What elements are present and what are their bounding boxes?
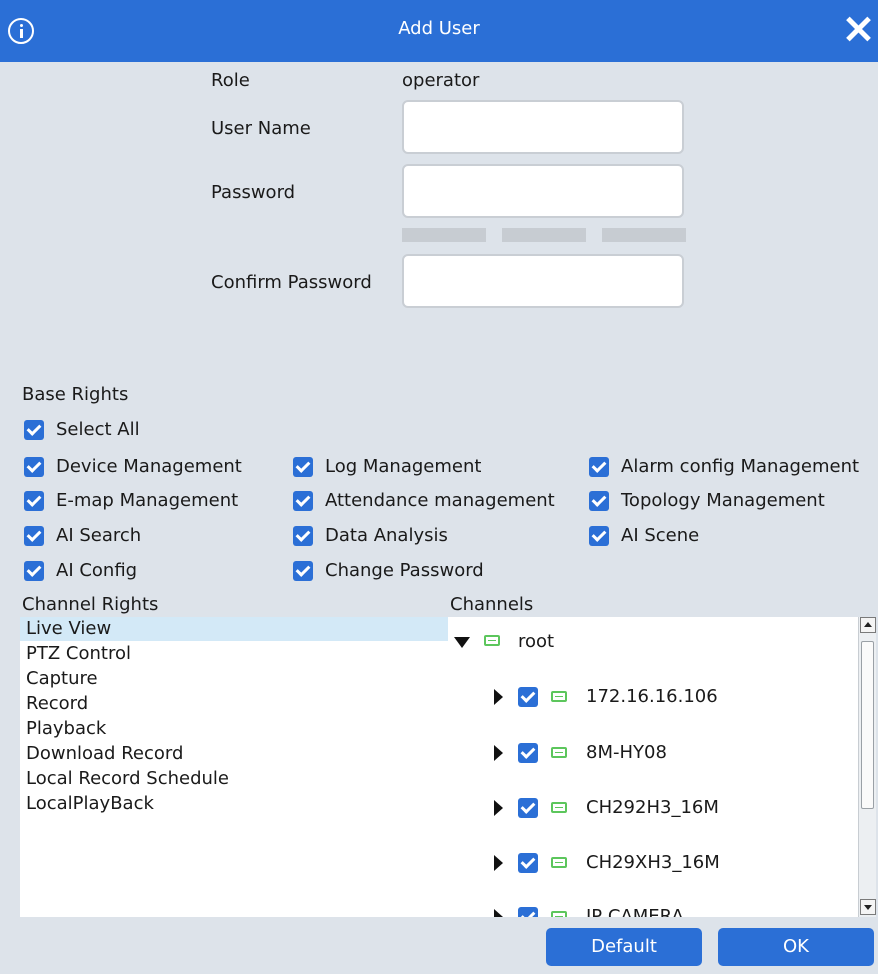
device-checkbox[interactable] xyxy=(518,687,538,707)
password-label: Password xyxy=(211,182,296,203)
select-all-checkbox[interactable] xyxy=(24,420,44,440)
device-icon xyxy=(551,911,567,917)
topology-management-label[interactable]: Topology Management xyxy=(621,490,825,511)
channels-heading: Channels xyxy=(450,594,534,615)
emap-management-checkbox[interactable] xyxy=(24,491,44,511)
tree-node-label[interactable]: 8M-HY08 xyxy=(586,742,667,763)
expand-arrow-icon[interactable] xyxy=(494,800,503,816)
device-icon xyxy=(551,857,567,868)
ai-config-checkbox[interactable] xyxy=(24,561,44,581)
confirm-password-input[interactable] xyxy=(402,254,684,308)
role-label: Role xyxy=(211,70,250,91)
device-icon xyxy=(484,635,500,646)
list-item-localplayback[interactable]: LocalPlayBack xyxy=(26,793,154,814)
expand-arrow-icon[interactable] xyxy=(494,745,503,761)
ok-button[interactable]: OK xyxy=(718,928,874,966)
expand-arrow-icon[interactable] xyxy=(494,855,503,871)
expand-arrow-icon[interactable] xyxy=(494,909,503,917)
password-strength-medium xyxy=(502,228,586,242)
topology-management-checkbox[interactable] xyxy=(589,491,609,511)
attendance-management-checkbox[interactable] xyxy=(293,491,313,511)
title-bar: Add User xyxy=(0,0,878,62)
dialog-title: Add User xyxy=(398,18,480,39)
change-password-checkbox[interactable] xyxy=(293,561,313,581)
expand-arrow-icon[interactable] xyxy=(494,689,503,705)
channels-tree[interactable]: root 172.16.16.106 8M-HY08 CH292H3_16M C… xyxy=(448,617,876,917)
alarm-config-management-checkbox[interactable] xyxy=(589,457,609,477)
tree-node-label[interactable]: CH29XH3_16M xyxy=(586,852,720,873)
default-button[interactable]: Default xyxy=(546,928,702,966)
tree-node-label[interactable]: IP CAMERA xyxy=(586,906,684,917)
tree-node-label[interactable]: CH292H3_16M xyxy=(586,797,719,818)
ai-search-label[interactable]: AI Search xyxy=(56,525,141,546)
device-icon xyxy=(551,802,567,813)
channels-scrollbar[interactable] xyxy=(858,617,876,917)
confirm-password-label: Confirm Password xyxy=(211,272,372,293)
password-strength-strong xyxy=(602,228,686,242)
device-checkbox[interactable] xyxy=(518,743,538,763)
device-checkbox[interactable] xyxy=(518,798,538,818)
select-all-label[interactable]: Select All xyxy=(56,419,140,440)
ai-scene-checkbox[interactable] xyxy=(589,526,609,546)
data-analysis-label[interactable]: Data Analysis xyxy=(325,525,448,546)
change-password-label[interactable]: Change Password xyxy=(325,560,484,581)
collapse-arrow-icon[interactable] xyxy=(454,637,470,648)
channel-rights-list[interactable]: Live View PTZ Control Capture Record Pla… xyxy=(20,617,448,917)
attendance-management-label[interactable]: Attendance management xyxy=(325,490,555,511)
alarm-config-management-label[interactable]: Alarm config Management xyxy=(621,456,859,477)
password-strength-weak xyxy=(402,228,486,242)
list-item-download-record[interactable]: Download Record xyxy=(26,743,183,764)
ai-config-label[interactable]: AI Config xyxy=(56,560,137,581)
data-analysis-checkbox[interactable] xyxy=(293,526,313,546)
log-management-label[interactable]: Log Management xyxy=(325,456,481,477)
close-icon[interactable] xyxy=(842,12,874,46)
list-item-local-record-schedule[interactable]: Local Record Schedule xyxy=(26,768,229,789)
list-item-playback[interactable]: Playback xyxy=(26,718,106,739)
list-item-live-view[interactable]: Live View xyxy=(26,618,111,639)
ai-search-checkbox[interactable] xyxy=(24,526,44,546)
log-management-checkbox[interactable] xyxy=(293,457,313,477)
device-checkbox[interactable] xyxy=(518,907,538,917)
password-input[interactable] xyxy=(402,164,684,218)
device-icon xyxy=(551,747,567,758)
device-management-label[interactable]: Device Management xyxy=(56,456,242,477)
ai-scene-label[interactable]: AI Scene xyxy=(621,525,699,546)
emap-management-label[interactable]: E-map Management xyxy=(56,490,238,511)
list-item-ptz-control[interactable]: PTZ Control xyxy=(26,643,131,664)
scrollbar-thumb[interactable] xyxy=(861,641,874,809)
tree-node-label[interactable]: 172.16.16.106 xyxy=(586,686,718,707)
role-value: operator xyxy=(402,70,480,91)
scroll-up-icon[interactable] xyxy=(860,617,876,633)
scroll-down-icon[interactable] xyxy=(860,899,876,915)
base-rights-heading: Base Rights xyxy=(22,384,129,405)
channel-rights-heading: Channel Rights xyxy=(22,594,159,615)
list-item-record[interactable]: Record xyxy=(26,693,88,714)
username-input[interactable] xyxy=(402,100,684,154)
device-management-checkbox[interactable] xyxy=(24,457,44,477)
tree-root-label[interactable]: root xyxy=(518,631,554,652)
username-label: User Name xyxy=(211,118,311,139)
list-item-capture[interactable]: Capture xyxy=(26,668,98,689)
device-icon xyxy=(551,691,567,702)
device-checkbox[interactable] xyxy=(518,853,538,873)
